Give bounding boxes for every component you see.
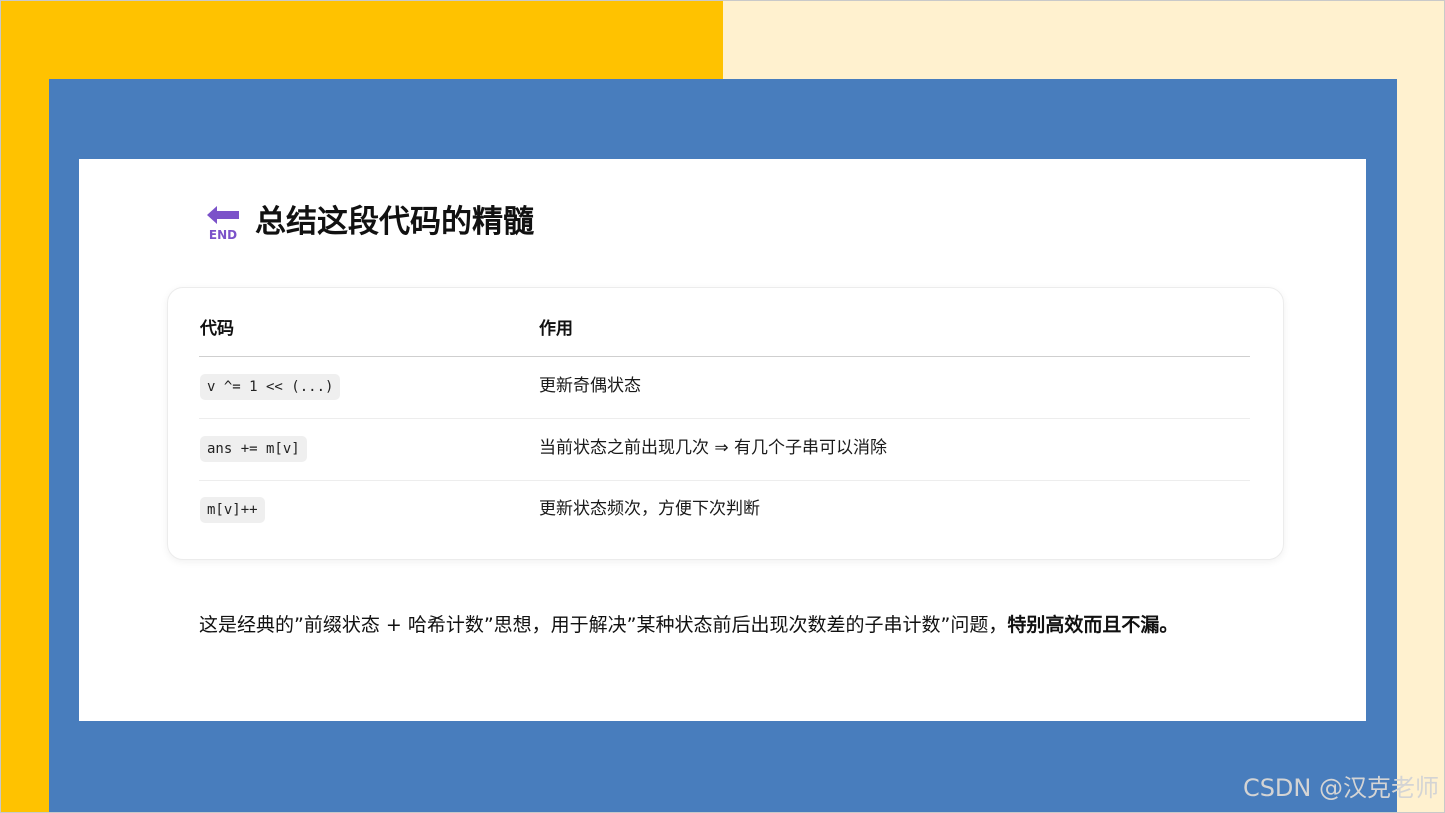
summary-emphasis: 特别高效而且不漏。 <box>1007 614 1179 636</box>
table-header: 代码 作用 <box>199 302 1250 357</box>
end-icon-label: END <box>209 228 237 240</box>
effect-text: 更新奇偶状态 <box>539 376 641 396</box>
code-snippet: v ^= 1 << (...) <box>200 374 341 400</box>
summary-paragraph: 这是经典的”前缀状态 + 哈希计数”思想，用于解决”某种状态前后出现次数差的子串… <box>199 606 1259 644</box>
csdn-watermark: CSDN @汉克老师 <box>1242 774 1439 802</box>
page-title: 总结这段代码的精髓 <box>255 204 534 240</box>
code-snippet: ans += m[v] <box>200 436 307 462</box>
end-arrow-icon: END <box>207 206 239 240</box>
column-header-code: 代码 <box>200 319 234 339</box>
code-snippet: m[v]++ <box>200 497 265 523</box>
column-header-effect: 作用 <box>539 319 573 339</box>
table-row: v ^= 1 << (...) 更新奇偶状态 <box>199 357 1250 419</box>
effect-text: 更新状态频次，方便下次判断 <box>539 499 760 519</box>
table-row: ans += m[v] 当前状态之前出现几次 ⇒ 有几个子串可以消除 <box>199 419 1250 481</box>
slide-canvas: END 总结这段代码的精髓 代码 作用 v ^= 1 << (...) 更新奇偶… <box>0 0 1445 813</box>
section-heading: END 总结这段代码的精髓 <box>205 202 534 242</box>
effect-text: 当前状态之前出现几次 ⇒ 有几个子串可以消除 <box>539 438 888 458</box>
table-row: m[v]++ 更新状态频次，方便下次判断 <box>199 480 1250 541</box>
summary-text: 这是经典的”前缀状态 + 哈希计数”思想，用于解决”某种状态前后出现次数差的子串… <box>199 614 1008 636</box>
